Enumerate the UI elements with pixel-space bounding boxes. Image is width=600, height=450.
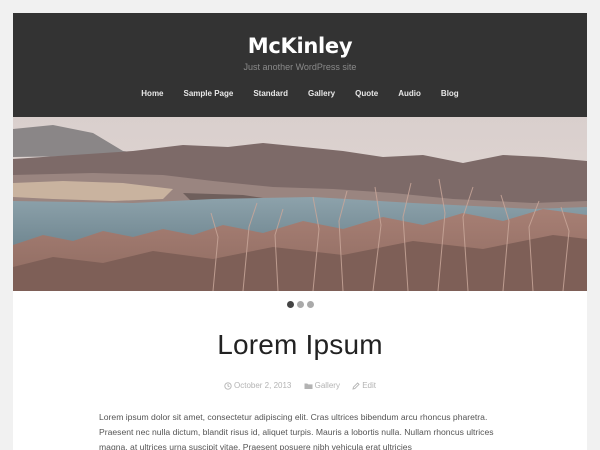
main-navigation: Home Sample Page Standard Gallery Quote … — [13, 89, 587, 98]
nav-item-gallery[interactable]: Gallery — [308, 89, 335, 98]
hero-slide-image[interactable] — [13, 117, 587, 291]
post-category: Gallery — [314, 381, 340, 390]
post-date: October 2, 2013 — [234, 381, 292, 390]
nav-item-sample-page[interactable]: Sample Page — [184, 89, 234, 98]
site-description: Just another WordPress site — [243, 62, 357, 72]
post-date-link[interactable]: October 2, 2013 — [224, 381, 291, 390]
landscape-photo — [13, 117, 587, 291]
page-container: McKinley Just another WordPress site Hom… — [13, 13, 587, 450]
nav-item-standard[interactable]: Standard — [253, 89, 288, 98]
nav-item-blog[interactable]: Blog — [441, 89, 459, 98]
nav-item-quote[interactable]: Quote — [355, 89, 378, 98]
post-excerpt: Lorem ipsum dolor sit amet, consectetur … — [99, 412, 494, 450]
slider-dot-2[interactable] — [296, 301, 304, 308]
clock-icon — [224, 381, 232, 390]
post-meta: October 2, 2013 Gallery Edit — [13, 381, 587, 392]
pencil-icon — [352, 381, 360, 390]
nav-item-home[interactable]: Home — [141, 89, 163, 98]
nav-item-audio[interactable]: Audio — [398, 89, 421, 98]
post-title[interactable]: Lorem Ipsum — [13, 329, 587, 361]
slider-dot-3[interactable] — [306, 301, 314, 308]
post-edit-label: Edit — [362, 381, 376, 390]
slider-pagination — [13, 301, 587, 308]
folder-icon — [304, 383, 313, 389]
post-category-link[interactable]: Gallery — [304, 381, 340, 390]
site-title[interactable]: McKinley — [13, 34, 587, 58]
site-header: McKinley Just another WordPress site Hom… — [13, 13, 587, 117]
slider-dot-1[interactable] — [286, 301, 294, 308]
post-edit-link[interactable]: Edit — [352, 381, 376, 390]
